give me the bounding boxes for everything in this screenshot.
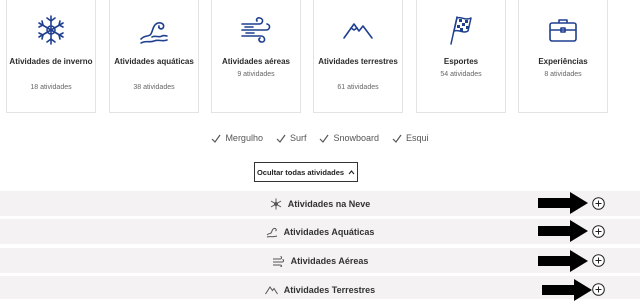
wave-icon bbox=[266, 227, 277, 237]
check-icon bbox=[276, 134, 286, 143]
annotation-arrow-icon bbox=[542, 279, 592, 301]
category-cards: Atividades de inverno 18 atividades Ativ… bbox=[0, 0, 640, 115]
snowflake-icon bbox=[38, 15, 64, 45]
card-count: 18 atividades bbox=[30, 84, 72, 91]
card-count: 54 atividades bbox=[440, 71, 482, 78]
snowflake-icon bbox=[270, 198, 281, 209]
wind-icon bbox=[241, 17, 271, 43]
mountain-icon bbox=[264, 286, 278, 295]
card-sports[interactable]: Esportes 54 atividades bbox=[416, 0, 506, 113]
selected-activities: Mergulho Surf Snowboard Esqui bbox=[0, 131, 640, 145]
card-winter-activities[interactable]: Atividades de inverno 18 atividades bbox=[6, 0, 96, 113]
chip-label: Snowboard bbox=[333, 133, 380, 143]
card-title: Esportes bbox=[443, 57, 479, 66]
chip-surf[interactable]: Surf bbox=[276, 131, 307, 145]
chip-mergulho[interactable]: Mergulho bbox=[211, 131, 263, 145]
check-icon bbox=[392, 134, 402, 143]
annotation-arrow-icon bbox=[538, 192, 588, 214]
briefcase-icon bbox=[549, 19, 577, 42]
plus-circle-icon[interactable] bbox=[592, 254, 605, 267]
plus-circle-icon[interactable] bbox=[592, 283, 605, 296]
wave-icon bbox=[140, 22, 168, 44]
annotation-arrow-icon bbox=[538, 250, 588, 272]
card-title: Experiências bbox=[538, 57, 588, 66]
plus-circle-icon[interactable] bbox=[592, 225, 605, 238]
chip-label: Surf bbox=[289, 133, 307, 143]
hide-all-activities-button[interactable]: Ocultar todas atividades bbox=[254, 162, 358, 182]
card-experiences[interactable]: Experiências 8 atividades bbox=[518, 0, 608, 113]
card-aerial-activities[interactable]: Atividades aéreas 9 atividades bbox=[211, 0, 301, 113]
mountain-icon bbox=[343, 23, 373, 39]
card-count: 61 atividades bbox=[337, 84, 379, 91]
checkered-flag-icon bbox=[450, 16, 472, 45]
accordion-label: Atividades na Neve bbox=[287, 198, 371, 209]
card-title: Atividades aquáticas bbox=[114, 57, 194, 66]
plus-circle-icon[interactable] bbox=[592, 197, 605, 210]
accordion-label: Atividades Terrestres bbox=[283, 285, 376, 295]
card-count: 8 atividades bbox=[544, 71, 582, 78]
chip-snowboard[interactable]: Snowboard bbox=[319, 131, 379, 145]
chevron-up-icon bbox=[348, 169, 355, 174]
card-count: 9 atividades bbox=[237, 71, 275, 78]
accordion-label: Atividades Aquáticas bbox=[283, 226, 375, 237]
card-title: Atividades aéreas bbox=[221, 57, 291, 66]
card-title: Atividades de inverno bbox=[9, 57, 93, 66]
check-icon bbox=[212, 134, 221, 143]
chip-label: Mergulho bbox=[225, 133, 263, 143]
chip-label: Esqui bbox=[406, 133, 429, 143]
wind-icon bbox=[272, 255, 284, 267]
check-icon bbox=[320, 134, 329, 143]
accordion-label: Atividades Aéreas bbox=[290, 255, 369, 266]
card-title: Atividades terrestres bbox=[318, 57, 398, 66]
card-land-activities[interactable]: Atividades terrestres 61 atividades bbox=[313, 0, 403, 113]
hide-button-label: Ocultar todas atividades bbox=[256, 167, 345, 177]
card-count: 38 atividades bbox=[133, 84, 175, 91]
annotation-arrow-icon bbox=[538, 220, 588, 242]
card-water-activities[interactable]: Atividades aquáticas 38 atividades bbox=[109, 0, 199, 113]
chip-esqui[interactable]: Esqui bbox=[392, 131, 429, 145]
